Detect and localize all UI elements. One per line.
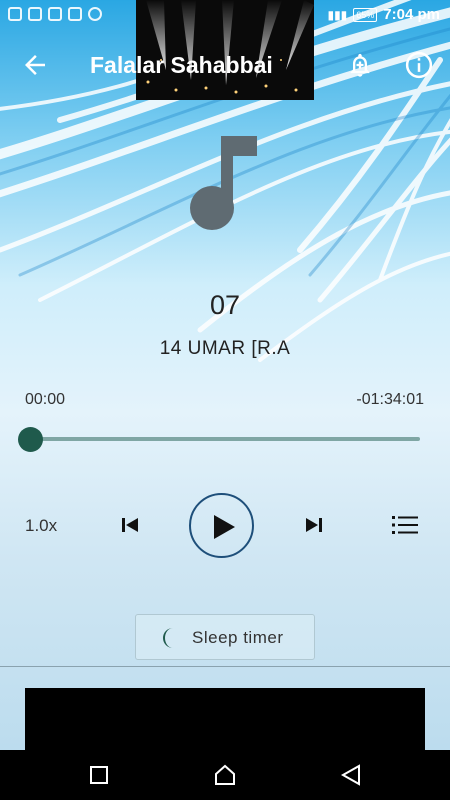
remaining-time: -01:34:01 [356, 391, 424, 408]
add-reminder-button[interactable] [346, 50, 374, 80]
moon-icon [163, 628, 173, 648]
music-note-icon [188, 134, 262, 234]
home-icon[interactable] [213, 763, 237, 787]
info-icon [405, 51, 433, 79]
back-arrow-icon [25, 55, 45, 75]
system-nav-bar [0, 750, 450, 800]
info-button[interactable] [404, 50, 434, 80]
seek-bar[interactable] [30, 437, 420, 441]
youtube-icon [48, 7, 62, 21]
bell-plus-icon [350, 53, 370, 77]
skip-next-icon [306, 518, 322, 532]
skip-previous-button[interactable] [118, 512, 142, 538]
page-title: Falalar Sahabbai [90, 52, 273, 78]
sleep-timer-button[interactable]: Sleep timer [135, 614, 315, 660]
track-title: 14 UMAR [R.A [159, 338, 291, 359]
sleep-timer-label: Sleep timer [192, 628, 284, 647]
nav-back-icon[interactable] [340, 763, 362, 787]
mail-icon [28, 7, 42, 21]
toolbar: Falalar Sahabbai [0, 36, 450, 96]
notification-icon [8, 7, 22, 21]
playlist-button[interactable] [392, 514, 418, 536]
back-button[interactable] [20, 50, 50, 80]
playlist-icon [392, 516, 418, 534]
play-icon [214, 515, 235, 539]
track-number: 07 [209, 290, 241, 320]
elapsed-time: 00:00 [25, 391, 66, 408]
divider [0, 666, 450, 667]
signal-icon: ▮▮▮ [327, 7, 348, 22]
playback-speed-button[interactable]: 1.0x [25, 516, 57, 536]
battery-level: 65% [353, 7, 378, 22]
recents-icon[interactable] [90, 766, 108, 784]
skip-previous-icon [122, 518, 138, 532]
play-button[interactable] [189, 493, 254, 558]
notification-icons [8, 7, 102, 21]
status-time: 7:04 pm [383, 6, 440, 23]
ad-banner[interactable] [25, 688, 425, 750]
skip-next-button[interactable] [302, 512, 326, 538]
music-icon [88, 7, 102, 21]
image-icon [68, 7, 82, 21]
seek-thumb[interactable] [18, 427, 43, 452]
